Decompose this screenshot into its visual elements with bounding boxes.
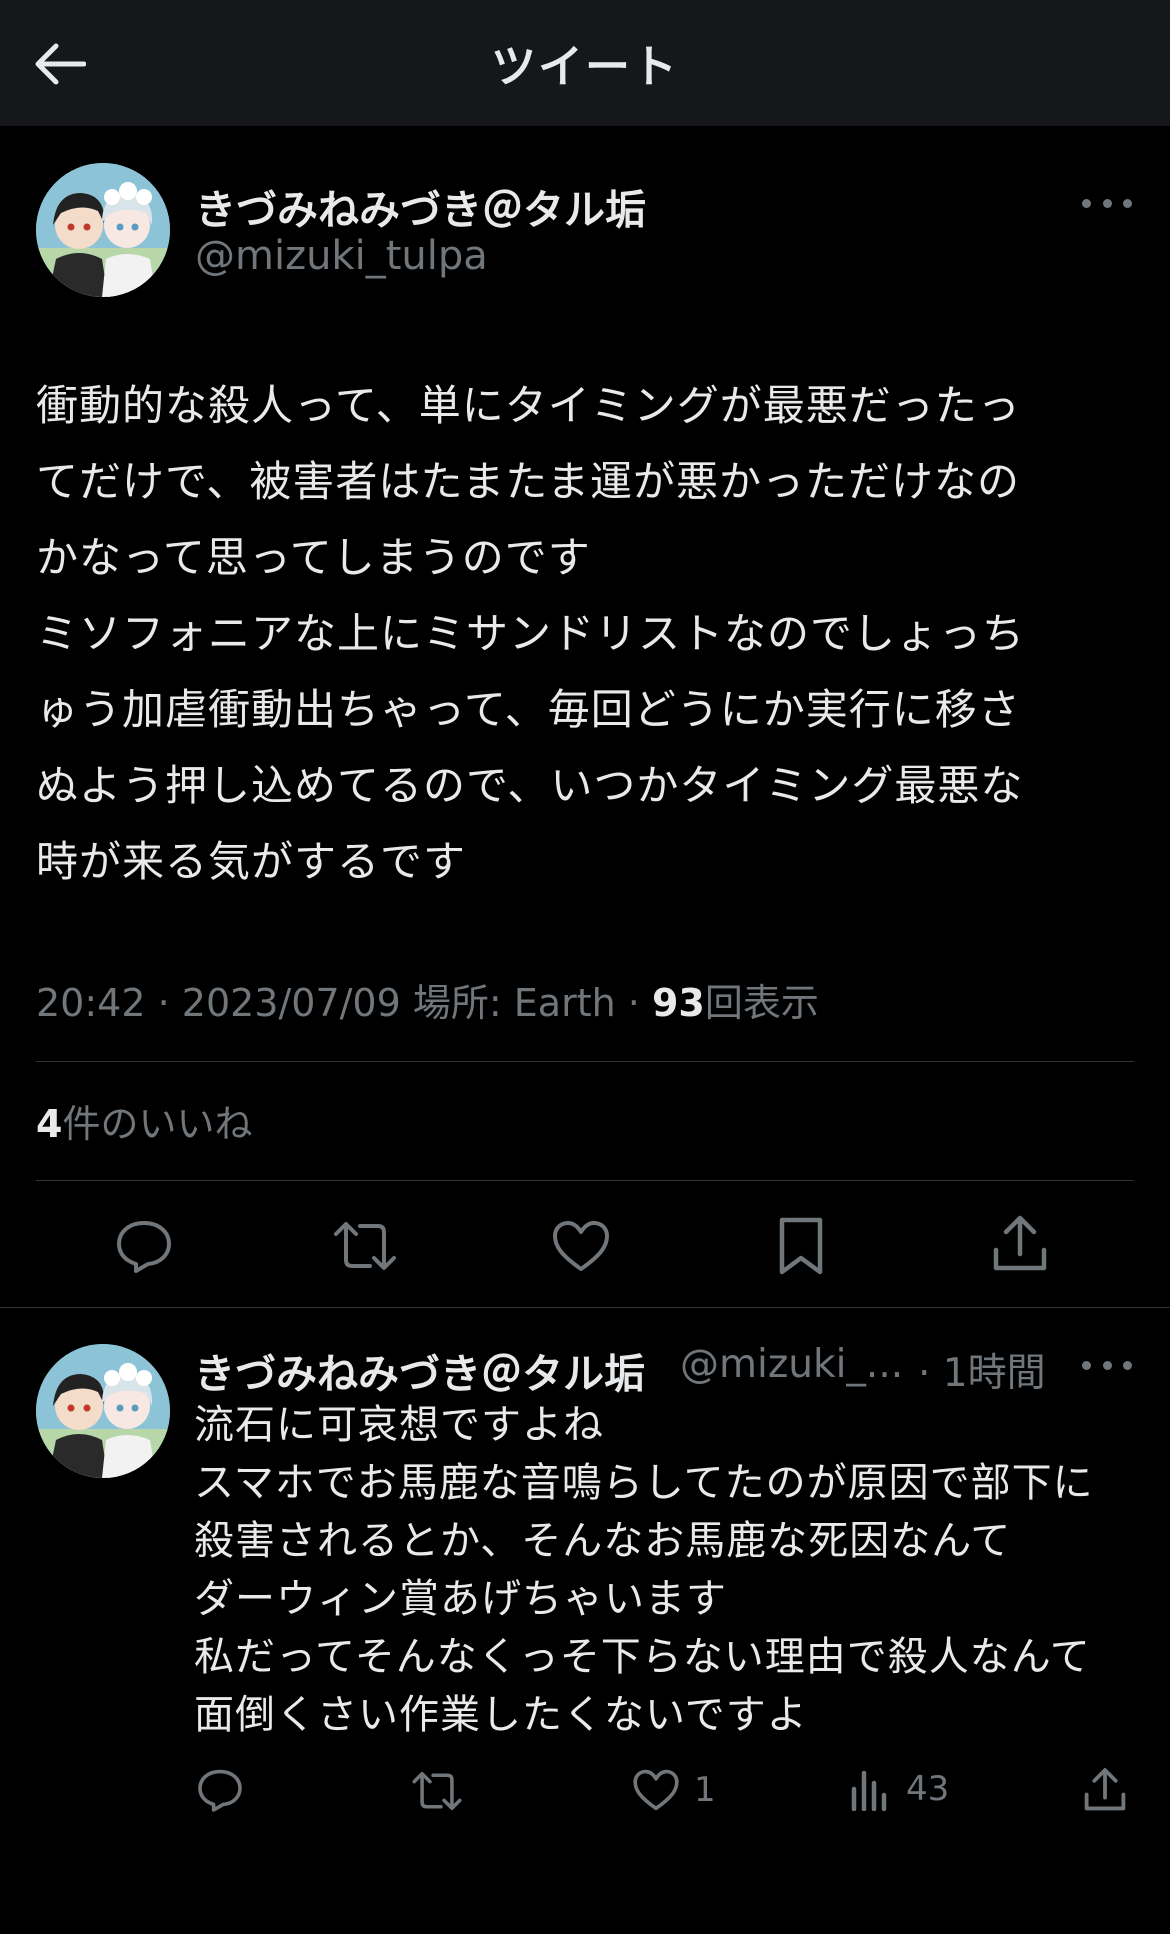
like-button[interactable] [551, 1219, 611, 1273]
dot-icon [1082, 1360, 1091, 1370]
top-bar: ツイート [0, 0, 1170, 126]
divider [36, 1061, 1134, 1062]
reply-avatar[interactable] [36, 1344, 170, 1478]
bookmark-button[interactable] [776, 1216, 826, 1276]
tweet-time: 20:42 [36, 981, 146, 1025]
more-options-button[interactable] [1082, 183, 1132, 223]
reply-author-name[interactable]: きづみねみづき＠タル垢 [194, 1340, 645, 1400]
page-title: ツイート [490, 40, 679, 93]
like-count: 1 [694, 1770, 716, 1810]
bookmark-icon [779, 1217, 823, 1275]
reply-views-button[interactable]: 43 [850, 1767, 949, 1811]
like-icon [553, 1221, 609, 1271]
tweet-text: 衝動的な殺人って、単にタイミングが最悪だったっ てだけで、被害者はたまたま運が悪… [36, 381, 1026, 886]
likes-label: 件のいいね [62, 1102, 253, 1146]
reply-timestamp[interactable]: · 1時間 [918, 1342, 1046, 1398]
views-label: 回表示 [704, 981, 819, 1025]
like-icon [633, 1769, 679, 1811]
likes-count: 4 [36, 1102, 63, 1146]
avatar-image [36, 163, 170, 297]
divider [0, 1307, 1170, 1308]
dot-icon [1102, 1360, 1112, 1370]
analytics-icon [851, 1770, 887, 1811]
likes-link[interactable]: 4件のいいね [36, 1093, 252, 1148]
reply-like-button[interactable]: 1 [632, 1768, 716, 1812]
views-count: 93 [651, 981, 705, 1025]
retweet-button[interactable] [332, 1218, 398, 1274]
author-handle[interactable]: @mizuki_tulpa [195, 233, 488, 279]
share-icon [993, 1215, 1047, 1271]
views-count: 43 [906, 1769, 950, 1809]
retweet-icon [334, 1222, 396, 1270]
tweet-date[interactable]: 2023/07/09 [182, 981, 401, 1025]
reply-icon [117, 1221, 171, 1273]
reply-author-handle[interactable]: @mizuki_... [680, 1342, 903, 1387]
reply-button[interactable] [114, 1218, 174, 1274]
separator: · [145, 981, 182, 1025]
dot-icon [1123, 198, 1132, 208]
separator: · [615, 981, 652, 1025]
reply-share-button[interactable] [1082, 1766, 1128, 1814]
reply-more-options-button[interactable] [1082, 1345, 1132, 1385]
tweet-location: 場所: Earth [412, 981, 616, 1025]
reply-retweet-button[interactable] [410, 1769, 464, 1813]
retweet-icon [412, 1771, 462, 1811]
reply-text: 流石に可哀想ですよね スマホでお馬鹿な音鳴らしてたのが原因で部下に 殺害されると… [194, 1402, 1094, 1738]
dot-icon [1123, 1360, 1132, 1370]
divider [36, 1180, 1134, 1181]
avatar-image [36, 1344, 170, 1478]
share-icon [1084, 1768, 1126, 1811]
dot-icon [1102, 198, 1112, 208]
author-name[interactable]: きづみねみづき＠タル垢 [195, 176, 646, 236]
reply-reply-button[interactable] [196, 1767, 244, 1813]
share-button[interactable] [990, 1214, 1050, 1274]
tweet-meta: 20:42 · 2023/07/09 場所: Earth · 93回表示 [36, 972, 819, 1027]
dot-icon [1082, 198, 1091, 208]
avatar[interactable] [36, 163, 170, 297]
reply-icon [198, 1769, 242, 1812]
